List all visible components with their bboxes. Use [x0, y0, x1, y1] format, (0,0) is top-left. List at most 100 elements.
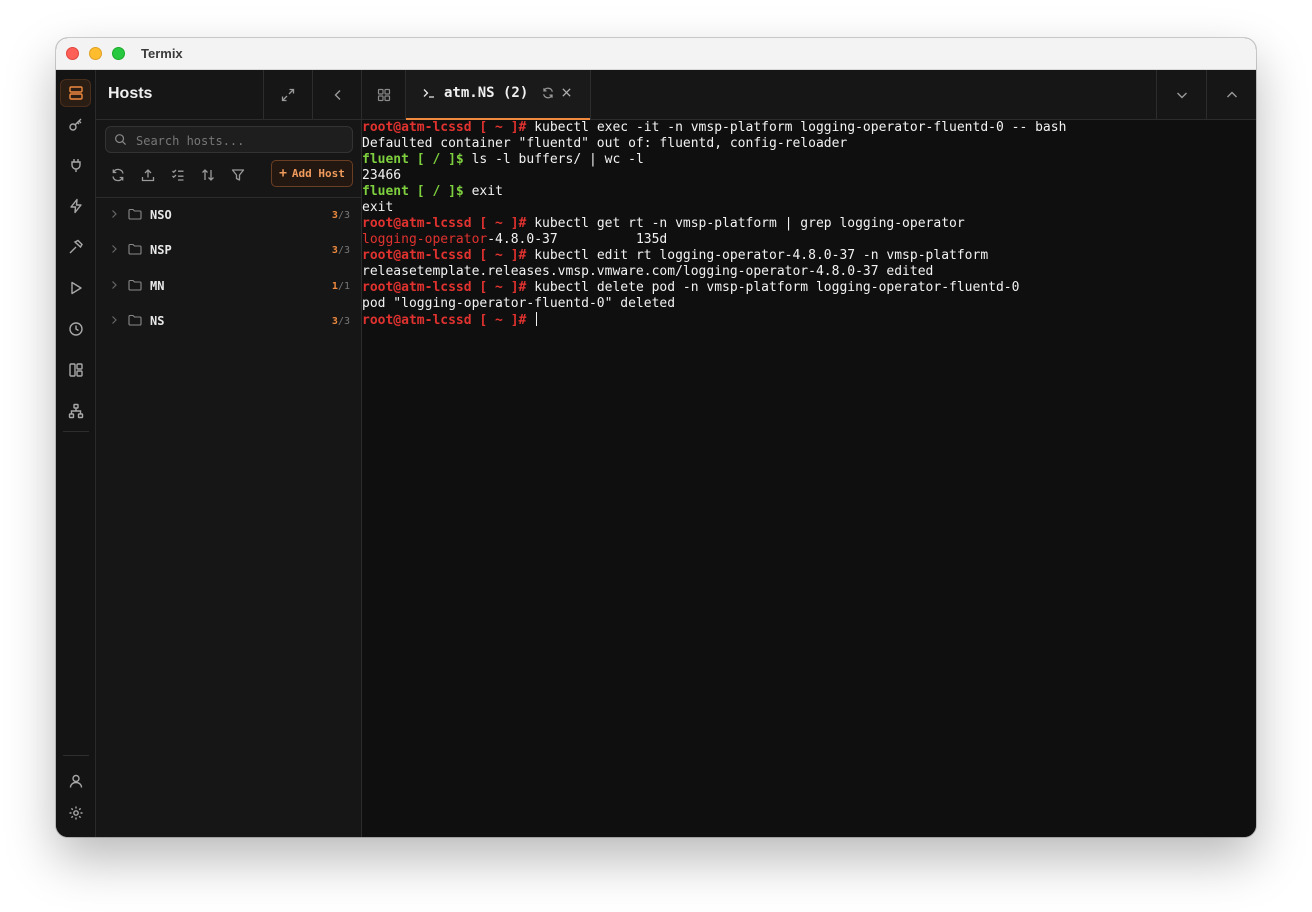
gear-icon: [68, 805, 84, 821]
output-text: pod "logging-operator-fluentd-0" deleted: [362, 296, 676, 311]
terminal-view[interactable]: root@atm-lcssd [ ~ ]# kubectl exec -it -…: [362, 120, 1256, 837]
rail-history-button[interactable]: [60, 315, 91, 343]
folder-icon: [128, 243, 142, 255]
rail-keys-button[interactable]: [60, 110, 91, 138]
terminal-line: Defaulted container "fluentd" out of: fl…: [362, 136, 1256, 152]
prompt-user: fluent: [362, 152, 409, 167]
rail-tools-button[interactable]: [60, 233, 91, 261]
tab-dropdown-button[interactable]: [1156, 70, 1206, 119]
command-text: exit: [463, 184, 503, 199]
close-window-button[interactable]: [66, 47, 79, 60]
rail-actions-button[interactable]: [60, 192, 91, 220]
terminal-line: fluent [ / ]$ ls -l buffers/ | wc -l: [362, 152, 1256, 168]
command-text: kubectl edit rt logging-operator-4.8.0-3…: [526, 248, 989, 263]
rail-settings-button[interactable]: [60, 799, 91, 827]
group-count: 3/3: [331, 245, 350, 256]
rail-run-button[interactable]: [60, 274, 91, 302]
hosts-title: Hosts: [108, 85, 153, 102]
collapse-panel-button[interactable]: [312, 70, 362, 119]
hosts-icon: [68, 85, 84, 101]
layout-icon: [68, 362, 84, 378]
chevron-left-icon: [331, 88, 345, 102]
upload-icon: [141, 168, 155, 182]
prompt-path: [ / ]$: [408, 184, 464, 199]
maximize-window-button[interactable]: [112, 47, 125, 60]
search-box: [105, 126, 353, 153]
chevron-right-icon: [110, 280, 118, 290]
import-hosts-button[interactable]: [136, 163, 160, 187]
terminal-line: logging-operator-4.8.0-37 135d: [362, 232, 1256, 248]
network-icon: [68, 403, 84, 419]
rail-divider-bottom: [63, 755, 89, 756]
terminal-line: root@atm-lcssd [ ~ ]#: [362, 312, 1256, 328]
terminal-prompt-icon: [422, 86, 436, 100]
play-icon: [68, 280, 84, 296]
search-input[interactable]: [134, 130, 348, 151]
chevron-right-icon: [110, 244, 118, 254]
rail-divider: [63, 431, 89, 432]
command-text: kubectl delete pod -n vmsp-platform logg…: [526, 280, 1020, 295]
command-text: kubectl exec -it -n vmsp-platform loggin…: [526, 120, 1067, 135]
prompt-user: fluent: [362, 184, 409, 199]
minimize-window-button[interactable]: [89, 47, 102, 60]
output-text: Defaulted container "fluentd" out of: fl…: [362, 136, 848, 151]
prompt-path: [ ~ ]#: [471, 120, 527, 135]
collapse-tabbar-button[interactable]: [1206, 70, 1256, 119]
plus-icon: +: [279, 166, 287, 181]
group-count: 3/3: [331, 316, 350, 327]
plug-icon: [68, 157, 84, 173]
prompt-path: [ ~ ]#: [471, 280, 527, 295]
rail-hosts-button[interactable]: [60, 79, 91, 107]
hosts-header: Hosts: [96, 70, 361, 120]
rail-profile-button[interactable]: [60, 767, 91, 795]
command-text: kubectl get rt -n vmsp-platform | grep l…: [526, 216, 965, 231]
group-count: 3/3: [331, 210, 350, 221]
prompt-user: root@atm-lcssd: [362, 313, 472, 328]
tab-overview-button[interactable]: [362, 70, 406, 119]
expand-panel-button[interactable]: [263, 70, 312, 119]
title-bar: Termix: [56, 38, 1256, 70]
terminal-line: root@atm-lcssd [ ~ ]# kubectl get rt -n …: [362, 216, 1256, 232]
bolt-icon: [68, 198, 84, 214]
prompt-path: [ / ]$: [408, 152, 464, 167]
prompt-path: [ ~ ]#: [471, 216, 527, 231]
hammer-icon: [68, 239, 84, 255]
icon-rail: F: [56, 70, 96, 837]
expand-icon: [281, 88, 295, 102]
add-host-button[interactable]: + Add Host: [271, 160, 353, 187]
chevron-right-icon: [110, 209, 118, 219]
select-hosts-button[interactable]: [166, 163, 190, 187]
host-group-nso[interactable]: NSO 3/3: [96, 198, 362, 232]
terminal-line: root@atm-lcssd [ ~ ]# kubectl delete pod…: [362, 280, 1256, 296]
output-text: 23466: [362, 168, 402, 183]
reconnect-tab-button[interactable]: [542, 87, 554, 99]
output-text: -4.8.0-37 135d: [487, 232, 668, 247]
close-tab-button[interactable]: [561, 87, 572, 98]
terminal-line: 23466: [362, 168, 1256, 184]
tab-terminal[interactable]: atm.NS (2): [406, 70, 591, 120]
folder-icon: [128, 279, 142, 291]
user-icon: [68, 773, 84, 789]
rail-network-button[interactable]: [60, 397, 91, 425]
sort-hosts-button[interactable]: [196, 163, 220, 187]
prompt-user: root@atm-lcssd: [362, 280, 472, 295]
terminal-line: root@atm-lcssd [ ~ ]# kubectl exec -it -…: [362, 120, 1256, 136]
group-count: 1/1: [331, 281, 350, 292]
prompt-user: root@atm-lcssd: [362, 248, 472, 263]
rail-tunnels-button[interactable]: [60, 151, 91, 179]
command-text: ls -l buffers/ | wc -l: [463, 152, 644, 167]
host-group-nsp[interactable]: NSP 3/3: [96, 233, 362, 267]
filter-hosts-button[interactable]: [226, 163, 250, 187]
hosts-toolbar: + Add Host: [96, 160, 361, 198]
folder-icon: [128, 314, 142, 326]
refresh-hosts-button[interactable]: [106, 163, 130, 187]
sort-icon: [201, 168, 215, 182]
host-group-ns[interactable]: NS 3/3: [96, 304, 362, 338]
prompt-user: root@atm-lcssd: [362, 120, 472, 135]
tab-bar: atm.NS (2): [362, 70, 1256, 120]
group-name: NSO: [150, 208, 172, 222]
chevron-up-icon: [1225, 88, 1239, 102]
rail-layout-button[interactable]: [60, 356, 91, 384]
host-group-mn[interactable]: MN 1/1: [96, 269, 362, 303]
hosts-panel: Hosts Search hosts... + Add Host NSO 3/3…: [96, 70, 362, 837]
